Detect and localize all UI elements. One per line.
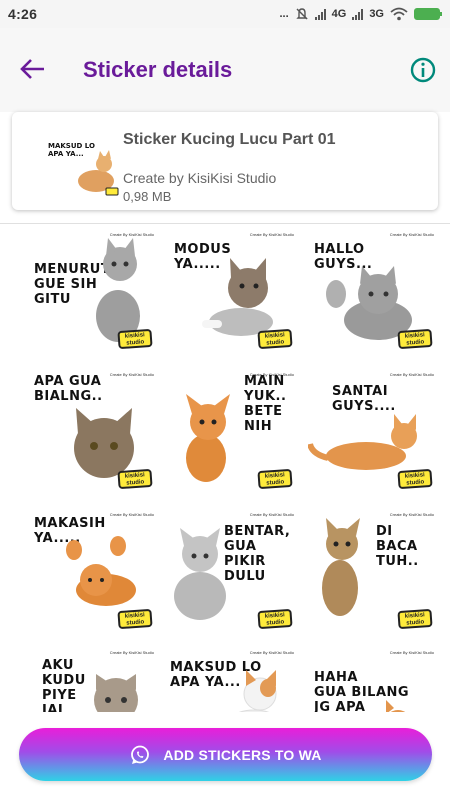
cat-image: [186, 394, 230, 482]
sticker-item[interactable]: Create By KisiKisi Studio MODUS YA..... …: [166, 230, 296, 354]
network-label-2: 3G: [369, 8, 384, 20]
sticker-caption: MAIN YUK.. BETE NIH: [244, 374, 287, 434]
sticker-item[interactable]: Create By KisiKisi Studio MAIN YUK.. BET…: [166, 370, 296, 494]
sticker-credit: Create By KisiKisi Studio: [249, 650, 294, 655]
sticker-item[interactable]: Create By KisiKisi Studio AKU KUDU PIYE …: [26, 648, 156, 712]
cat-image: [96, 238, 140, 342]
sticker-grid: Create By KisiKisi Studio MENURUT GUE SI…: [20, 224, 440, 712]
sticker-item[interactable]: Create By KisiKisi Studio APA GUA BIALNG…: [26, 370, 156, 494]
sticker-caption: DI BACA TUH..: [376, 524, 419, 569]
cat-image: [66, 536, 136, 606]
signal-icon: [352, 8, 364, 20]
mute-icon: [295, 8, 308, 20]
studio-badge: kisikisi studio: [117, 328, 153, 350]
pack-size: 0,98 MB: [123, 189, 172, 204]
studio-badge: kisikisi studio: [397, 328, 433, 350]
status-icons: ... 4G 3G: [279, 7, 442, 21]
cat-image: [322, 518, 360, 616]
whatsapp-icon: [131, 745, 150, 764]
sticker-credit: Create By KisiKisi Studio: [249, 232, 294, 237]
wifi-icon: [390, 7, 408, 21]
sticker-credit: Create By KisiKisi Studio: [389, 372, 434, 377]
sticker-caption: AKU KUDU PIYE JAL: [42, 658, 86, 712]
sticker-pack-card: MAKSUD LO APA YA... Sticker Kucing Lucu …: [12, 112, 438, 210]
tray-icon-image: MAKSUD LO APA YA...: [48, 126, 120, 198]
pack-author: Create by KisiKisi Studio: [123, 170, 277, 186]
cat-image: [386, 700, 406, 712]
cat-icon: [78, 150, 119, 196]
app-bar: Sticker details: [0, 28, 450, 112]
dots-icon: ...: [279, 8, 289, 20]
studio-badge: kisikisi studio: [117, 468, 153, 490]
pack-name: Sticker Kucing Lucu Part 01: [123, 131, 336, 148]
page-title: Sticker details: [83, 57, 233, 82]
sticker-credit: Create By KisiKisi Studio: [109, 512, 154, 517]
status-bar: 4:26 ... 4G 3G: [0, 0, 450, 28]
back-button[interactable]: [18, 56, 48, 82]
status-time: 4:26: [8, 6, 38, 22]
network-label-1: 4G: [331, 8, 347, 20]
sticker-item[interactable]: Create By KisiKisi Studio HAHA GUA BILAN…: [306, 648, 436, 712]
sticker-credit: Create By KisiKisi Studio: [389, 232, 434, 237]
info-icon: [410, 57, 436, 83]
sticker-item[interactable]: Create By KisiKisi Studio MAKSUD LO APA …: [166, 648, 296, 712]
sticker-item[interactable]: Create By KisiKisi Studio MAKASIH YA....…: [26, 510, 156, 634]
battery-icon: [414, 8, 442, 20]
cat-image: [202, 258, 273, 336]
arrow-left-icon: [20, 59, 44, 79]
studio-badge: kisikisi studio: [257, 468, 293, 490]
studio-badge: kisikisi studio: [397, 608, 433, 630]
sticker-caption: APA GUA BIALNG..: [34, 374, 103, 404]
studio-badge: kisikisi studio: [257, 608, 293, 630]
sticker-item[interactable]: Create By KisiKisi Studio HALLO GUYS... …: [306, 230, 436, 354]
sticker-credit: Create By KisiKisi Studio: [249, 512, 294, 517]
info-button[interactable]: [409, 56, 437, 84]
sticker-credit: Create By KisiKisi Studio: [109, 650, 154, 655]
add-stickers-button[interactable]: ADD STICKERS TO WA: [19, 728, 432, 781]
cat-image: [238, 670, 277, 712]
cat-image: [174, 528, 226, 620]
cat-image: [94, 674, 138, 712]
sticker-item[interactable]: Create By KisiKisi Studio DI BACA TUH.. …: [306, 510, 436, 634]
signal-icon: [314, 8, 326, 20]
sticker-item[interactable]: Create By KisiKisi Studio BENTAR, GUA PI…: [166, 510, 296, 634]
sticker-credit: Create By KisiKisi Studio: [389, 650, 434, 655]
add-stickers-label: ADD STICKERS TO WA: [163, 746, 322, 763]
studio-badge: kisikisi studio: [117, 608, 153, 630]
sticker-item[interactable]: Create By KisiKisi Studio SANTAI GUYS...…: [306, 370, 436, 494]
sticker-item[interactable]: Create By KisiKisi Studio MENURUT GUE SI…: [26, 230, 156, 354]
studio-badge: kisikisi studio: [397, 468, 433, 490]
studio-badge: kisikisi studio: [257, 328, 293, 350]
sticker-caption: SANTAI GUYS....: [332, 384, 396, 414]
sticker-credit: Create By KisiKisi Studio: [109, 372, 154, 377]
sticker-credit: Create By KisiKisi Studio: [389, 512, 434, 517]
